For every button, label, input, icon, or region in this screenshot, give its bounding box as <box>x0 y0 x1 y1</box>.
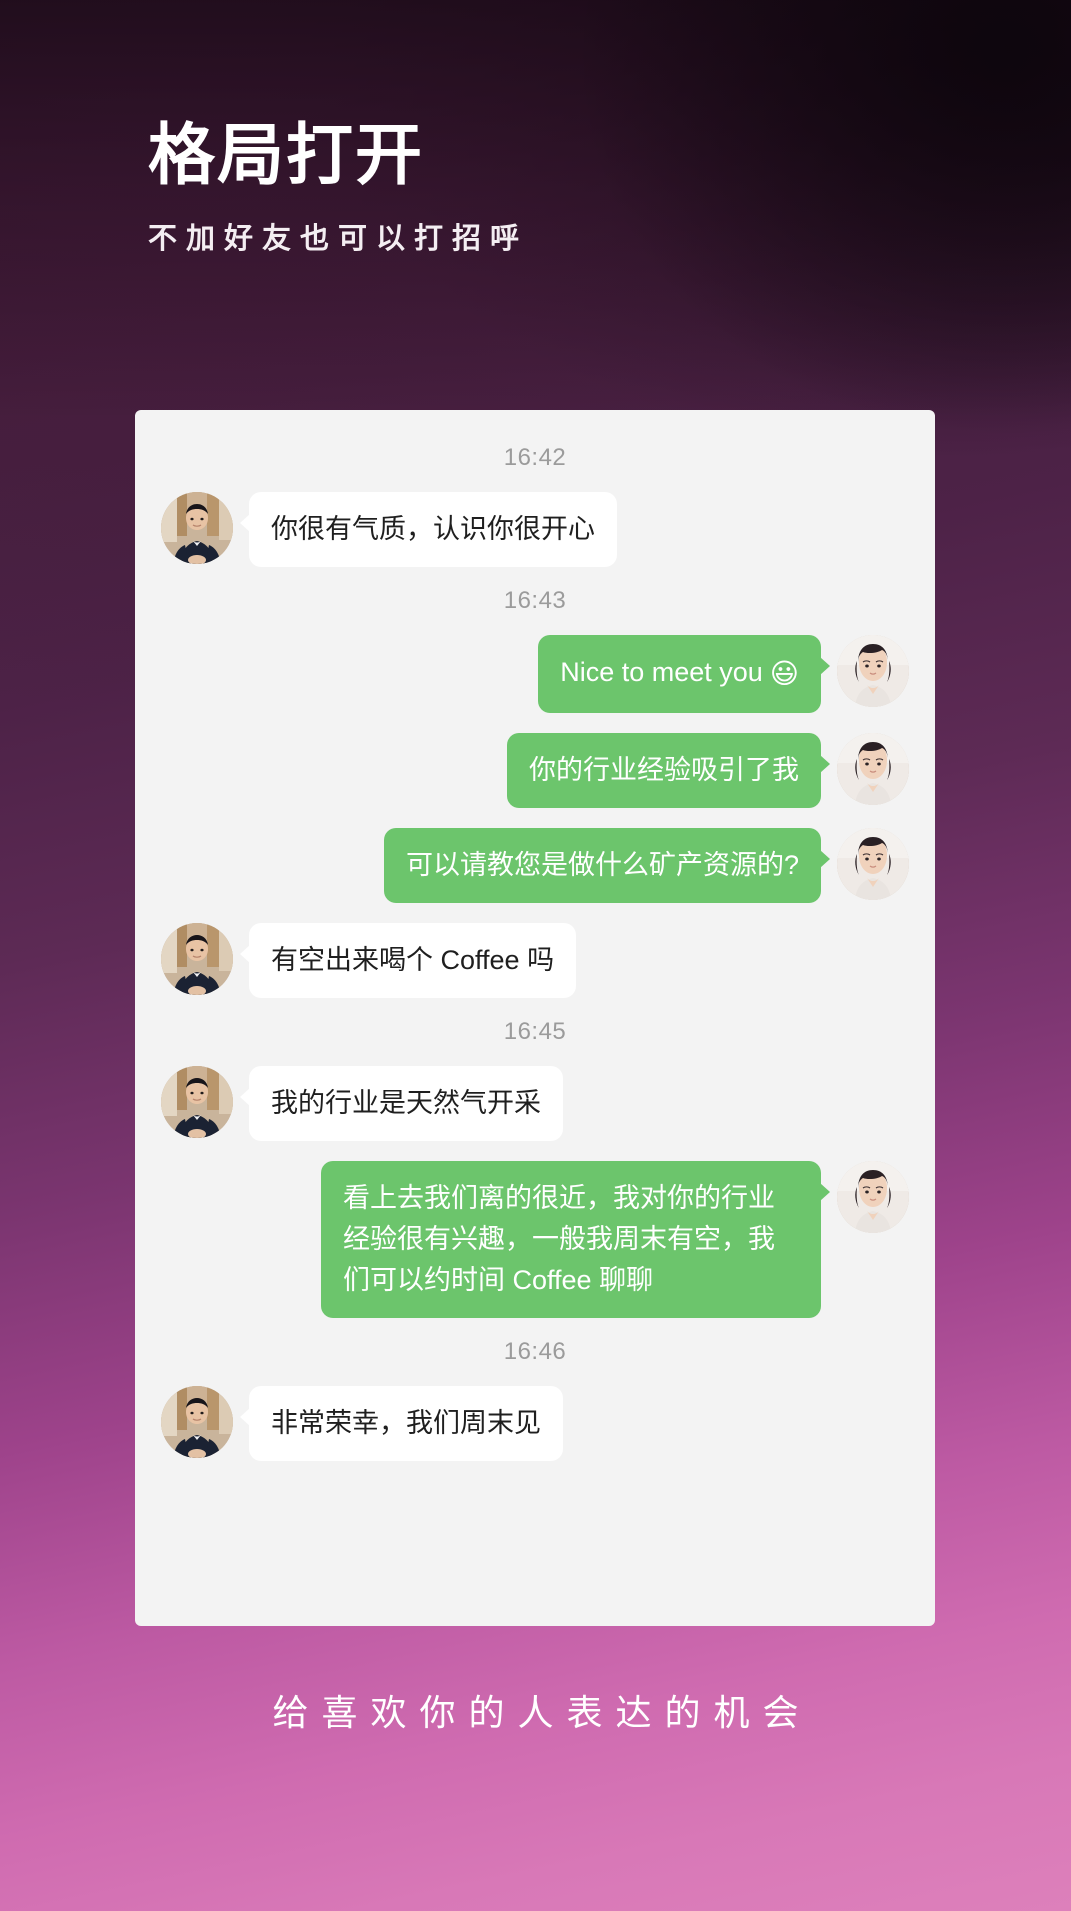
avatar-man-avatar[interactable] <box>161 1385 233 1458</box>
message-text: 看上去我们离的很近，我对你的行业经验很有兴趣，一般我周末有空，我们可以约时间 C… <box>343 1182 775 1295</box>
incoming-message-bubble[interactable]: 有空出来喝个 Coffee 吗 <box>239 922 577 998</box>
outgoing-message-bubble[interactable]: Nice to meet you 😃 <box>538 635 830 713</box>
message-text: Nice to meet you <box>560 657 763 688</box>
chat-message-row: 我的行业是天然气开采 <box>161 1065 909 1141</box>
message-text: 非常荣幸，我们周末见 <box>271 1407 541 1438</box>
chat-message-row: 你很有气质，认识你很开心 <box>161 492 909 568</box>
outgoing-message-bubble[interactable]: 看上去我们离的很近，我对你的行业经验很有兴趣，一般我周末有空，我们可以约时间 C… <box>321 1160 830 1318</box>
message-text: 有空出来喝个 Coffee 吗 <box>271 944 555 975</box>
message-timestamp: 16:43 <box>503 587 567 615</box>
avatar-woman-avatar[interactable] <box>837 1160 909 1233</box>
avatar-man-avatar[interactable] <box>161 922 233 995</box>
poster-footer-caption: 给喜欢你的人表达的机会 <box>272 1692 812 1733</box>
message-timestamp: 16:42 <box>503 444 567 471</box>
avatar-woman-avatar[interactable] <box>837 732 909 805</box>
chat-message-row: 看上去我们离的很近，我对你的行业经验很有兴趣，一般我周末有空，我们可以约时间 C… <box>161 1160 909 1318</box>
chat-conversation-panel[interactable]: 16:42 你很有气质，认识你很开心 16:43 Nice to meet you 😃… <box>135 410 935 1626</box>
incoming-message-bubble[interactable]: 你很有气质，认识你很开心 <box>240 492 617 568</box>
avatar-woman-avatar[interactable] <box>837 827 909 900</box>
chat-message-row: 有空出来喝个 Coffee 吗 <box>161 922 909 998</box>
outgoing-message-bubble[interactable]: 可以请教您是做什么矿产资源的? <box>383 827 831 903</box>
message-timestamp: 16:45 <box>503 1017 567 1045</box>
outgoing-message-bubble[interactable]: 你的行业经验吸引了我 <box>507 732 830 808</box>
chat-message-row: Nice to meet you 😃 <box>161 635 909 713</box>
message-timestamp: 16:46 <box>503 1337 567 1365</box>
background-corner-shade <box>571 0 1071 440</box>
avatar-man-avatar[interactable] <box>161 1065 233 1138</box>
avatar-woman-avatar[interactable] <box>837 635 909 708</box>
message-text: 你很有气质，认识你很开心 <box>271 514 595 544</box>
poster-headline: 格局打开 <box>148 118 424 193</box>
incoming-message-bubble[interactable]: 我的行业是天然气开采 <box>240 1065 563 1141</box>
incoming-message-bubble[interactable]: 非常荣幸，我们周末见 <box>240 1385 563 1461</box>
message-text: 我的行业是天然气开采 <box>271 1087 541 1118</box>
chat-message-row: 你的行业经验吸引了我 <box>161 732 909 808</box>
chat-message-row: 可以请教您是做什么矿产资源的? <box>161 827 909 903</box>
chat-message-row: 非常荣幸，我们周末见 <box>161 1385 909 1461</box>
avatar-man-avatar[interactable] <box>161 492 233 564</box>
poster-heading-block: 格局打开 不加好友也可以打招呼 <box>148 118 528 257</box>
grinning-face-icon: 😃 <box>769 658 799 690</box>
message-text: 你的行业经验吸引了我 <box>529 754 799 785</box>
message-text: 可以请教您是做什么矿产资源的? <box>405 849 799 880</box>
poster-subheadline: 不加好友也可以打招呼 <box>148 223 529 256</box>
